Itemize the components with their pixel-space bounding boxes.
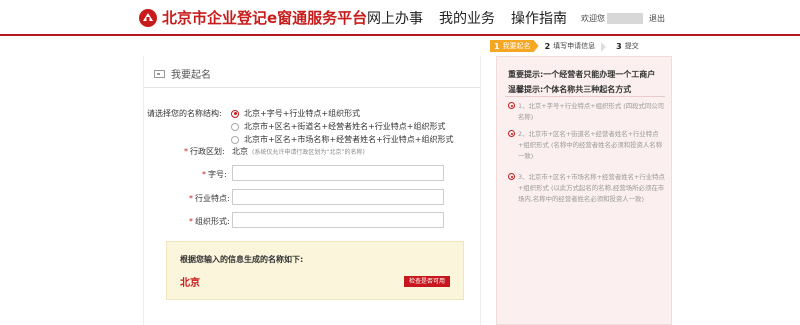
industry-label: * 行业特点: (189, 194, 230, 203)
username-masked (607, 13, 643, 24)
radio-icon[interactable] (231, 109, 239, 118)
important-tip: 重要提示:一个经营者只能办理一个工商户 (508, 70, 656, 79)
step-1: 1 我要起名 (490, 40, 539, 52)
user-area: 欢迎您 退出 (581, 13, 665, 24)
org-form-input[interactable] (232, 212, 444, 228)
logo-mark-icon (138, 8, 158, 28)
step-arrow-icon (601, 41, 610, 52)
trade-name-label: * 字号: (202, 170, 227, 179)
region-label: * 行政区划: (184, 147, 225, 156)
progress-steps: 1 我要起名 2 填写申请信息 3 提交 (490, 40, 645, 52)
step-3: 3 提交 (610, 40, 645, 52)
step-2: 2 填写申请信息 (539, 40, 602, 52)
trade-name-label-text: 字号: (208, 170, 227, 179)
section-header: 我要起名 (154, 66, 211, 81)
site-logo[interactable]: 北京市企业登记e窗通服务平台 (138, 7, 367, 28)
main-nav: 网上办事 我的业务 操作指南 (367, 8, 583, 28)
region-note: (系统仅允许申请行政区划为“北京”的名称) (252, 149, 365, 156)
step-3-number: 3 (616, 41, 622, 51)
step-3-label: 提交 (624, 42, 639, 50)
step-1-number: 1 (494, 41, 500, 51)
radio-bullet-icon (508, 102, 515, 109)
radio-bullet-icon (508, 130, 515, 137)
structure-option-2-label: 北京市+区名+街道名+经营者姓名+行业特点+组织形式 (244, 122, 446, 131)
step-2-number: 2 (544, 41, 551, 51)
structure-option-3[interactable]: 北京市+区名+市场名称+经营者姓名+行业特点+组织形式 (231, 134, 454, 145)
tip-item-3: 3、北京市+区名+市场名称+经营者姓名+行业特点+组织形式 (以此方式起名的名称… (508, 172, 668, 205)
structure-option-3-label: 北京市+区名+市场名称+经营者姓名+行业特点+组织形式 (244, 135, 454, 144)
top-header: 北京市企业登记e窗通服务平台 网上办事 我的业务 操作指南 欢迎您 退出 (0, 0, 800, 36)
tip-item-2: 2、北京市+区名+街道名+经营者姓名+行业特点+组织形式 (名称中的经营者姓名必… (508, 129, 668, 162)
structure-label: 请选择您的名称结构: (147, 109, 222, 118)
tip-item-1-text: 1、北京+字号+行业特点+组织形式 (四段式同公司名称) (518, 102, 665, 121)
check-availability-button[interactable]: 检查是否可用 (404, 276, 451, 287)
logo-text: 北京市企业登记e窗通服务平台 (162, 9, 368, 27)
region-value: 北京 (系统仅允许申请行政区划为“北京”的名称) (232, 146, 365, 157)
industry-label-text: 行业特点: (195, 194, 230, 203)
org-form-label-text: 组织形式: (195, 217, 230, 226)
structure-option-2[interactable]: 北京市+区名+街道名+经营者姓名+行业特点+组织形式 (231, 121, 446, 132)
structure-option-1-label: 北京+字号+行业特点+组织形式 (244, 109, 361, 118)
step-1-label: 我要起名 (502, 42, 531, 50)
nav-online-service[interactable]: 网上办事 (367, 8, 423, 28)
tips-panel: 重要提示:一个经营者只能办理一个工商户 温馨提示:个体名称共三种起名方式 1、北… (496, 56, 672, 325)
warm-tip: 温馨提示:个体名称共三种起名方式 (508, 85, 632, 94)
section-title: 我要起名 (171, 70, 211, 81)
radio-bullet-icon (508, 173, 515, 180)
org-form-label: * 组织形式: (189, 217, 230, 226)
generated-name-box: 根据您输入的信息生成的名称如下: 北京 检查是否可用 (166, 241, 464, 300)
tip-item-3-text: 3、北京市+区名+市场名称+经营者姓名+行业特点+组织形式 (以此方式起名的名称… (518, 173, 665, 203)
header-divider (0, 34, 800, 36)
tips-divider (505, 96, 665, 97)
generated-name-title: 根据您输入的信息生成的名称如下: (180, 255, 304, 264)
tip-item-2-text: 2、北京市+区名+街道名+经营者姓名+行业特点+组织形式 (名称中的经营者姓名必… (518, 130, 663, 160)
region-value-text: 北京 (232, 147, 248, 156)
radio-icon[interactable] (231, 122, 239, 131)
radio-icon[interactable] (231, 135, 239, 144)
nav-guide[interactable]: 操作指南 (511, 8, 567, 28)
generated-name: 北京 (180, 278, 200, 289)
trade-name-input[interactable] (232, 165, 444, 181)
industry-input[interactable] (232, 189, 444, 205)
region-label-text: 行政区划: (190, 147, 225, 156)
id-card-icon (154, 69, 165, 78)
nav-my-business[interactable]: 我的业务 (439, 8, 495, 28)
tip-item-1: 1、北京+字号+行业特点+组织形式 (四段式同公司名称) (508, 101, 668, 123)
section-divider (144, 87, 480, 88)
logout-link[interactable]: 退出 (649, 13, 665, 24)
structure-option-1[interactable]: 北京+字号+行业特点+组织形式 (231, 108, 360, 119)
step-2-label: 填写申请信息 (553, 42, 596, 50)
welcome-text: 欢迎您 (581, 14, 605, 23)
name-form-panel: 我要起名 请选择您的名称结构: 北京+字号+行业特点+组织形式 北京市+区名+街… (143, 56, 481, 325)
